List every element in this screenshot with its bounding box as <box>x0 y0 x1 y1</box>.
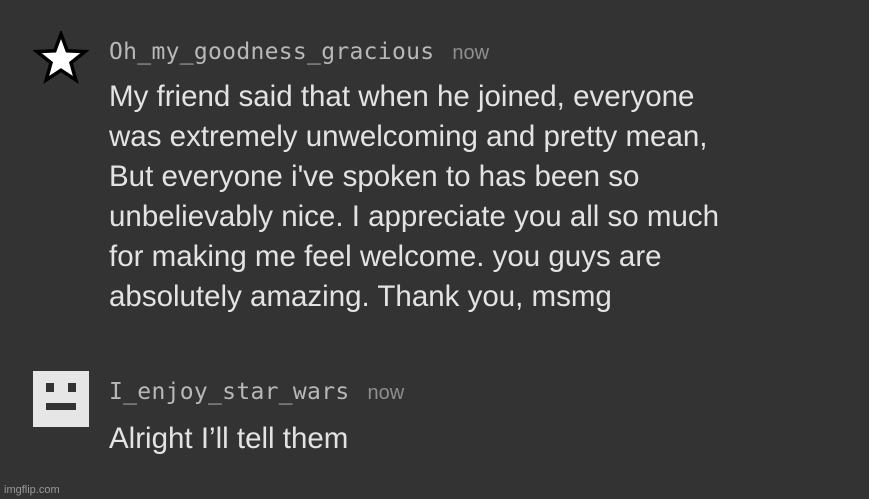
username[interactable]: Oh_my_goodness_gracious <box>109 39 434 65</box>
user-avatar[interactable] <box>32 28 90 87</box>
comment-text: My friend said that when he joined, ever… <box>109 80 720 313</box>
comment-text: Alright I’ll tell them <box>109 422 349 455</box>
watermark: imgflip.com <box>4 484 60 496</box>
timestamp: now <box>452 42 490 64</box>
star-icon <box>32 28 90 85</box>
username[interactable]: I_enjoy_star_wars <box>109 379 350 405</box>
comment-header: Oh_my_goodness_gracious now <box>109 39 489 65</box>
robot-face-icon <box>33 371 89 427</box>
timestamp: now <box>367 382 405 404</box>
user-avatar[interactable] <box>33 371 89 427</box>
comment-header: I_enjoy_star_wars now <box>109 379 404 405</box>
